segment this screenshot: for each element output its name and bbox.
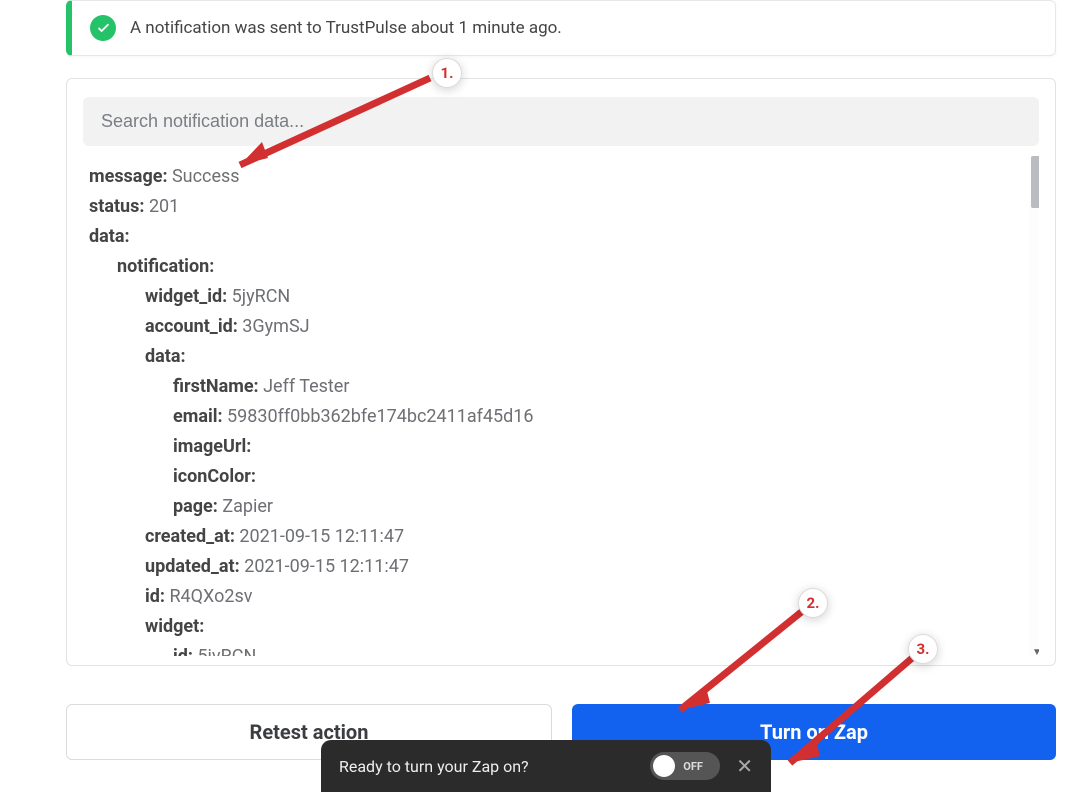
- zap-toggle[interactable]: OFF: [650, 752, 720, 780]
- response-scroll[interactable]: message: Success status: 201 data: notif…: [83, 156, 1039, 656]
- banner-text: A notification was sent to TrustPulse ab…: [130, 18, 562, 38]
- scroll-down-icon[interactable]: ▼: [1031, 646, 1039, 656]
- scrollbar[interactable]: ▲ ▼: [1029, 156, 1039, 656]
- search-input[interactable]: [83, 97, 1039, 146]
- toggle-label: OFF: [683, 760, 703, 773]
- toggle-knob: [653, 755, 675, 777]
- toast-text: Ready to turn your Zap on?: [339, 757, 650, 776]
- success-banner: A notification was sent to TrustPulse ab…: [66, 0, 1056, 56]
- annotation-callout-2: 2.: [798, 588, 828, 618]
- close-icon[interactable]: ✕: [736, 754, 753, 778]
- zap-toast: Ready to turn your Zap on? OFF ✕: [321, 740, 771, 792]
- annotation-callout-1: 1.: [432, 58, 462, 88]
- response-data: message: Success status: 201 data: notif…: [83, 156, 1039, 656]
- annotation-callout-3: 3.: [908, 634, 938, 664]
- scroll-thumb[interactable]: [1031, 156, 1039, 208]
- result-card: message: Success status: 201 data: notif…: [66, 78, 1056, 666]
- check-circle-icon: [90, 15, 116, 41]
